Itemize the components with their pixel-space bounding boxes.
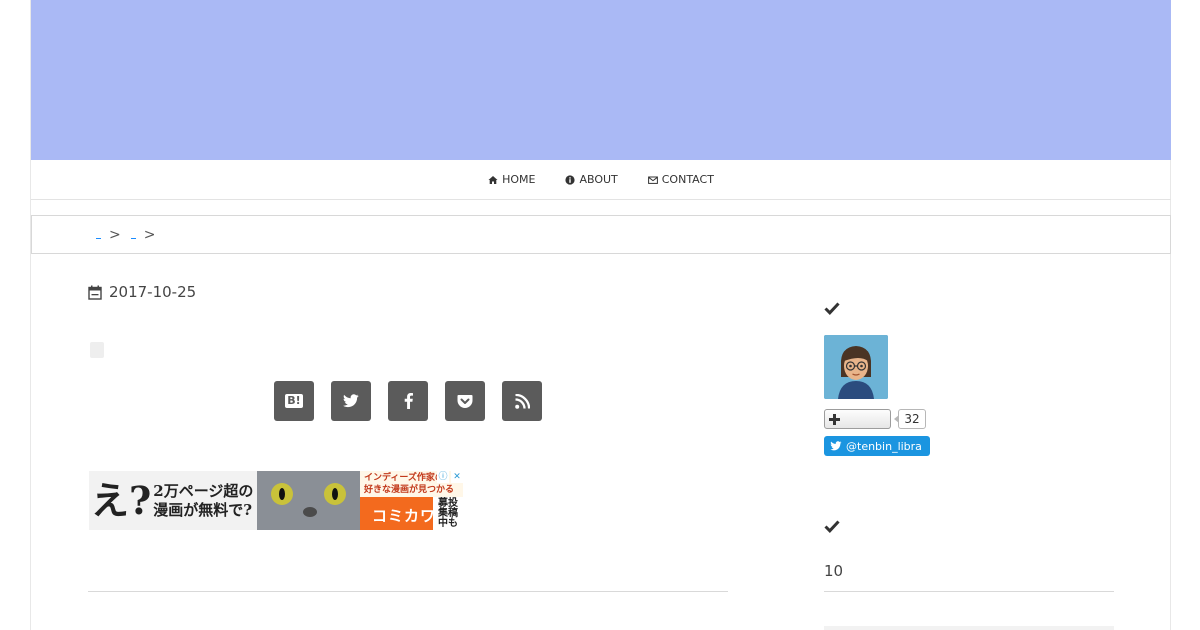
post-date-text: 2017-10-25 — [109, 283, 197, 301]
calendar-icon — [88, 285, 102, 300]
post-date: 2017-10-25 — [88, 283, 196, 301]
sidebar-divider — [824, 591, 1114, 592]
ad-close-icon[interactable]: ✕ — [451, 471, 463, 483]
ad-tagline-line2: 好きな漫画が見つかる — [364, 485, 455, 495]
ad-headline-line2: 漫画が無料で? — [153, 500, 253, 519]
sidebar-next-block — [824, 626, 1114, 630]
cat-nose — [303, 507, 317, 517]
follow-count: 32 — [894, 409, 926, 429]
nav-item-contact[interactable]: CONTACT — [647, 173, 714, 186]
cat-eye-right — [324, 483, 346, 505]
nav-item-about[interactable]: ABOUT — [565, 173, 618, 186]
share-button-hatena[interactable]: B! — [274, 381, 314, 421]
nav-label-about: ABOUT — [579, 173, 618, 186]
main-nav: HOME ABOUT CONTACT — [31, 160, 1171, 200]
twitter-follow-button[interactable]: @tenbin_libra — [824, 436, 930, 456]
advertisement-banner[interactable]: え? 2万ページ超の 漫画が無料で? インディーズ作家の 好きな漫画が見つかる … — [89, 471, 463, 530]
check-icon — [824, 302, 840, 315]
ad-cat-image — [257, 471, 360, 530]
nav-label-home: HOME — [502, 173, 536, 186]
ad-headline-area: え? 2万ページ超の 漫画が無料で? — [89, 471, 257, 530]
page-container: HOME ABOUT CONTACT > > 2017-10-25 B! え? … — [30, 0, 1171, 630]
facebook-icon — [404, 393, 413, 409]
avatar-illustration — [824, 335, 888, 399]
sidebar-count-value: 10 — [824, 562, 844, 580]
breadcrumb-link-category[interactable] — [130, 231, 136, 239]
ad-badge-line3: 中も — [438, 518, 458, 529]
hatena-bookmark-icon: B! — [285, 394, 303, 408]
ad-brand-area: インディーズ作家の 好きな漫画が見つかる コミカワ 募投 集稿 中も ⓘ ✕ — [360, 471, 463, 530]
breadcrumb: > > — [31, 215, 1171, 254]
rss-icon — [514, 393, 530, 409]
ad-badge: 募投 集稿 中も — [433, 497, 463, 530]
ad-info-icon[interactable]: ⓘ — [437, 471, 449, 483]
nav-item-home[interactable]: HOME — [488, 173, 535, 186]
breadcrumb-separator: > — [109, 226, 121, 243]
ad-headline-big: え? — [91, 477, 152, 523]
ad-headline-line1: 2万ページ超の — [153, 481, 254, 500]
follow-widget: 32 — [824, 409, 926, 429]
follow-button[interactable] — [824, 409, 891, 429]
share-buttons: B! — [274, 381, 542, 421]
image-placeholder — [90, 342, 104, 358]
plus-icon — [829, 413, 840, 425]
nav-label-contact: CONTACT — [661, 173, 714, 186]
info-icon — [565, 174, 576, 185]
header-banner[interactable] — [31, 0, 1171, 160]
pocket-icon — [457, 394, 473, 408]
breadcrumb-separator: > — [143, 226, 156, 243]
ad-controls: ⓘ ✕ — [437, 471, 463, 483]
profile-avatar — [824, 335, 888, 399]
content-divider — [88, 591, 728, 592]
share-button-pocket[interactable] — [445, 381, 485, 421]
ad-headline-text: 2万ページ超の 漫画が無料で? — [151, 482, 253, 520]
share-button-rss[interactable] — [502, 381, 542, 421]
check-icon — [824, 520, 840, 533]
twitter-bird-icon — [830, 441, 842, 451]
twitter-handle: @tenbin_libra — [846, 439, 922, 453]
cat-eye-left — [271, 483, 293, 505]
breadcrumb-link-home[interactable] — [96, 231, 101, 239]
share-button-facebook[interactable] — [388, 381, 428, 421]
ad-logo: コミカワ — [372, 507, 437, 525]
envelope-icon — [647, 176, 658, 184]
twitter-icon — [343, 394, 359, 408]
share-button-twitter[interactable] — [331, 381, 371, 421]
home-icon — [488, 175, 498, 184]
